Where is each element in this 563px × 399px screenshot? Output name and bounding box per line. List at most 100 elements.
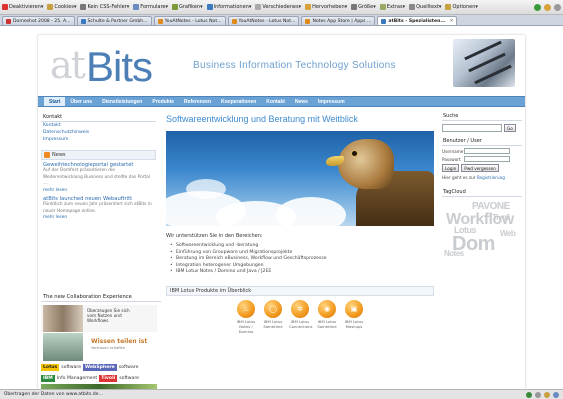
toolbar-label: Verschiedenes▾ [262, 4, 302, 10]
nav-item[interactable]: Start [44, 97, 66, 106]
news-item-text: Auf der Domfest präsentieren die Weitere… [43, 168, 150, 187]
browser-tab[interactable]: atBits - Spezialisten... ✕ [377, 16, 458, 25]
collab-title: The new Collaboration Experience [41, 293, 161, 302]
browser-tab[interactable]: Schulte & Partner Gmbh... [76, 16, 152, 25]
status-icon[interactable] [554, 3, 561, 11]
toolbar-icon [445, 4, 452, 10]
login-title: Benutzer / User [442, 137, 522, 146]
toolbar-menu-7[interactable]: Hervorheben▾ [305, 4, 347, 10]
tab-bar: Domeshot 2008 - 25. A... Schulte & Partne… [0, 15, 563, 26]
service-item: Softwareentwicklung und -beratung [166, 243, 434, 250]
service-item: Beratung im Bereich eBusiness, Workflow … [166, 256, 434, 263]
toolbar-menu-10[interactable]: Quelltext▾ [409, 4, 441, 10]
toolbar-menu-6[interactable]: Verschiedenes▾ [255, 4, 301, 10]
white-tiger-image [453, 39, 515, 87]
browser-tab[interactable]: Domeshot 2008 - 25. A... [2, 16, 75, 25]
nav-item[interactable]: Produkte [147, 97, 179, 106]
toolbar-menu-11[interactable]: Optionen▾ [445, 4, 478, 10]
tab-label: Domeshot 2008 - 25. A... [13, 19, 71, 24]
services-intro: Wir unterstützen Sie in den Bereichen: [166, 233, 263, 239]
rss-icon[interactable] [44, 152, 50, 158]
bookmarks-toolbar: Deaktivieren▾ Cookies▾ Kein CSS-Fehler▾ For… [0, 0, 563, 15]
close-tab-icon[interactable]: ✕ [450, 19, 454, 24]
security-icon[interactable] [526, 391, 532, 398]
ibm-product-icon: ♨ [237, 299, 255, 318]
toolbar-label: Cookies▾ [54, 4, 77, 10]
contact-link[interactable]: Impressum [41, 136, 156, 143]
toolbar-icon [80, 4, 87, 10]
search-input[interactable] [442, 124, 502, 132]
contact-link[interactable]: Kontakt [41, 122, 156, 129]
favicon-icon [381, 19, 387, 24]
browser-tab[interactable]: Notes App Store | Apps ... [301, 16, 376, 25]
toolbar-icon [255, 4, 262, 10]
nav-item[interactable]: Über uns [65, 97, 97, 106]
toolbar-status-icons [534, 3, 561, 11]
tivoli-badge: Tivoli [99, 375, 118, 382]
forgot-password-button[interactable]: Pwd vergessen [461, 164, 499, 172]
site-header: at Bits Business Information Technology … [38, 35, 525, 95]
ibm-product[interactable]: ♨ IBM Lotus Notes / Domino [235, 299, 257, 334]
tag-link[interactable]: Notes [444, 249, 464, 258]
toolbar-menu-4[interactable]: Grafiken▾ [172, 4, 203, 10]
contact-link[interactable]: Datenschutzhinweis [41, 129, 156, 136]
nav-item[interactable]: Referenzen [179, 97, 216, 106]
ibm-product-icon: ▣ [345, 299, 363, 318]
nav-item[interactable]: Dienstleistungen [97, 97, 147, 106]
toolbar-menu-8[interactable]: Größe▾ [351, 4, 376, 10]
toolbar-menu-5[interactable]: Informationen▾ [206, 4, 251, 10]
nav-item[interactable]: Kontakt [261, 97, 290, 106]
ad-banner-info-management[interactable]: IBM Info Management Tivoli software [41, 375, 157, 389]
nav-item[interactable]: Kooperationen [216, 97, 261, 106]
addon-icon[interactable] [553, 391, 559, 398]
info-management-label: Info Management [56, 376, 98, 381]
logo-bits-text: Bits [86, 43, 153, 90]
status-icon[interactable] [534, 3, 541, 11]
addon-icon[interactable] [535, 391, 541, 398]
tag-link[interactable]: Tivoli [492, 213, 510, 222]
atbits-logo[interactable]: at Bits [46, 43, 186, 93]
people-photo [43, 305, 83, 332]
logo-at-text: at [50, 43, 86, 87]
right-sidebar: Suche Go Benutzer / User Username Passwo… [442, 112, 522, 261]
ibm-product[interactable]: ◯ IBM Lotus Sametime [262, 299, 284, 334]
ibm-product-label: IBM Lotus Sametime [262, 319, 284, 330]
ad-banner-wissen[interactable]: Wissen teilen ist Vertrauen schaffen [41, 332, 157, 362]
ibm-product-label-line: Sametime [263, 323, 283, 329]
register-text: Hier geht es zur Registrierung [442, 175, 522, 180]
ibm-product[interactable]: ✲ IBM Lotus Connections [289, 299, 312, 334]
left-sidebar: Kontakt Kontakt Datenschutzhinweis Impress… [41, 112, 156, 222]
username-field[interactable] [464, 148, 510, 154]
toolbar-menu-2[interactable]: Kein CSS-Fehler▾ [80, 4, 129, 10]
ad-banner-lotus-websphere[interactable]: Lotus software WebSphere software [41, 364, 161, 371]
search-go-button[interactable]: Go [504, 124, 516, 132]
status-icon[interactable] [544, 3, 551, 11]
nav-item[interactable]: News [290, 97, 313, 106]
news-more-link[interactable]: mehr lesen [41, 215, 156, 221]
toolbar-menu-3[interactable]: Formulare▾ [133, 4, 168, 10]
browser-tab[interactable]: YouAtNotes - Lotus Not... [227, 16, 300, 25]
news-item-text: Pünktlich zum neuen Jahr präsentiert sic… [43, 202, 152, 214]
tag-link[interactable]: Web [500, 229, 516, 238]
toolbar-menu-0[interactable]: Deaktivieren▾ [2, 4, 43, 10]
toolbar-menu-9[interactable]: Extras▾ [379, 4, 405, 10]
favicon-icon [305, 19, 311, 24]
news-more-link[interactable]: mehr lesen [41, 188, 156, 194]
nav-item[interactable]: Impressum [313, 97, 350, 106]
ad-banner-people[interactable]: Überzeugen Sie sich vom Nutzen und Workf… [41, 305, 157, 332]
password-field[interactable] [464, 156, 510, 162]
ibm-product[interactable]: ▣ IBM Lotus Mashups [343, 299, 365, 334]
register-link[interactable]: Registrierung [477, 175, 505, 180]
contact-box-title: Kontakt [41, 113, 156, 122]
toolbar-label: Deaktivieren▾ [9, 4, 44, 10]
addon-icon[interactable] [544, 391, 550, 398]
login-button[interactable]: Login [442, 164, 460, 172]
page-viewport[interactable]: at Bits Business Information Technology … [0, 27, 563, 389]
tagcloud-area: PAVONE Workflow Lotus Dom Tivoli Web Notes [442, 199, 522, 261]
tagcloud-title: TagCloud [442, 188, 522, 197]
eagle-hero-image [166, 131, 434, 226]
browser-tab[interactable]: YouAtNotes - Lotus Not... [153, 16, 226, 25]
ibm-product[interactable]: ◉ IBM Lotus Sametime [316, 299, 338, 334]
toolbar-menu-1[interactable]: Cookies▾ [47, 4, 76, 10]
software-label: software [119, 376, 139, 381]
